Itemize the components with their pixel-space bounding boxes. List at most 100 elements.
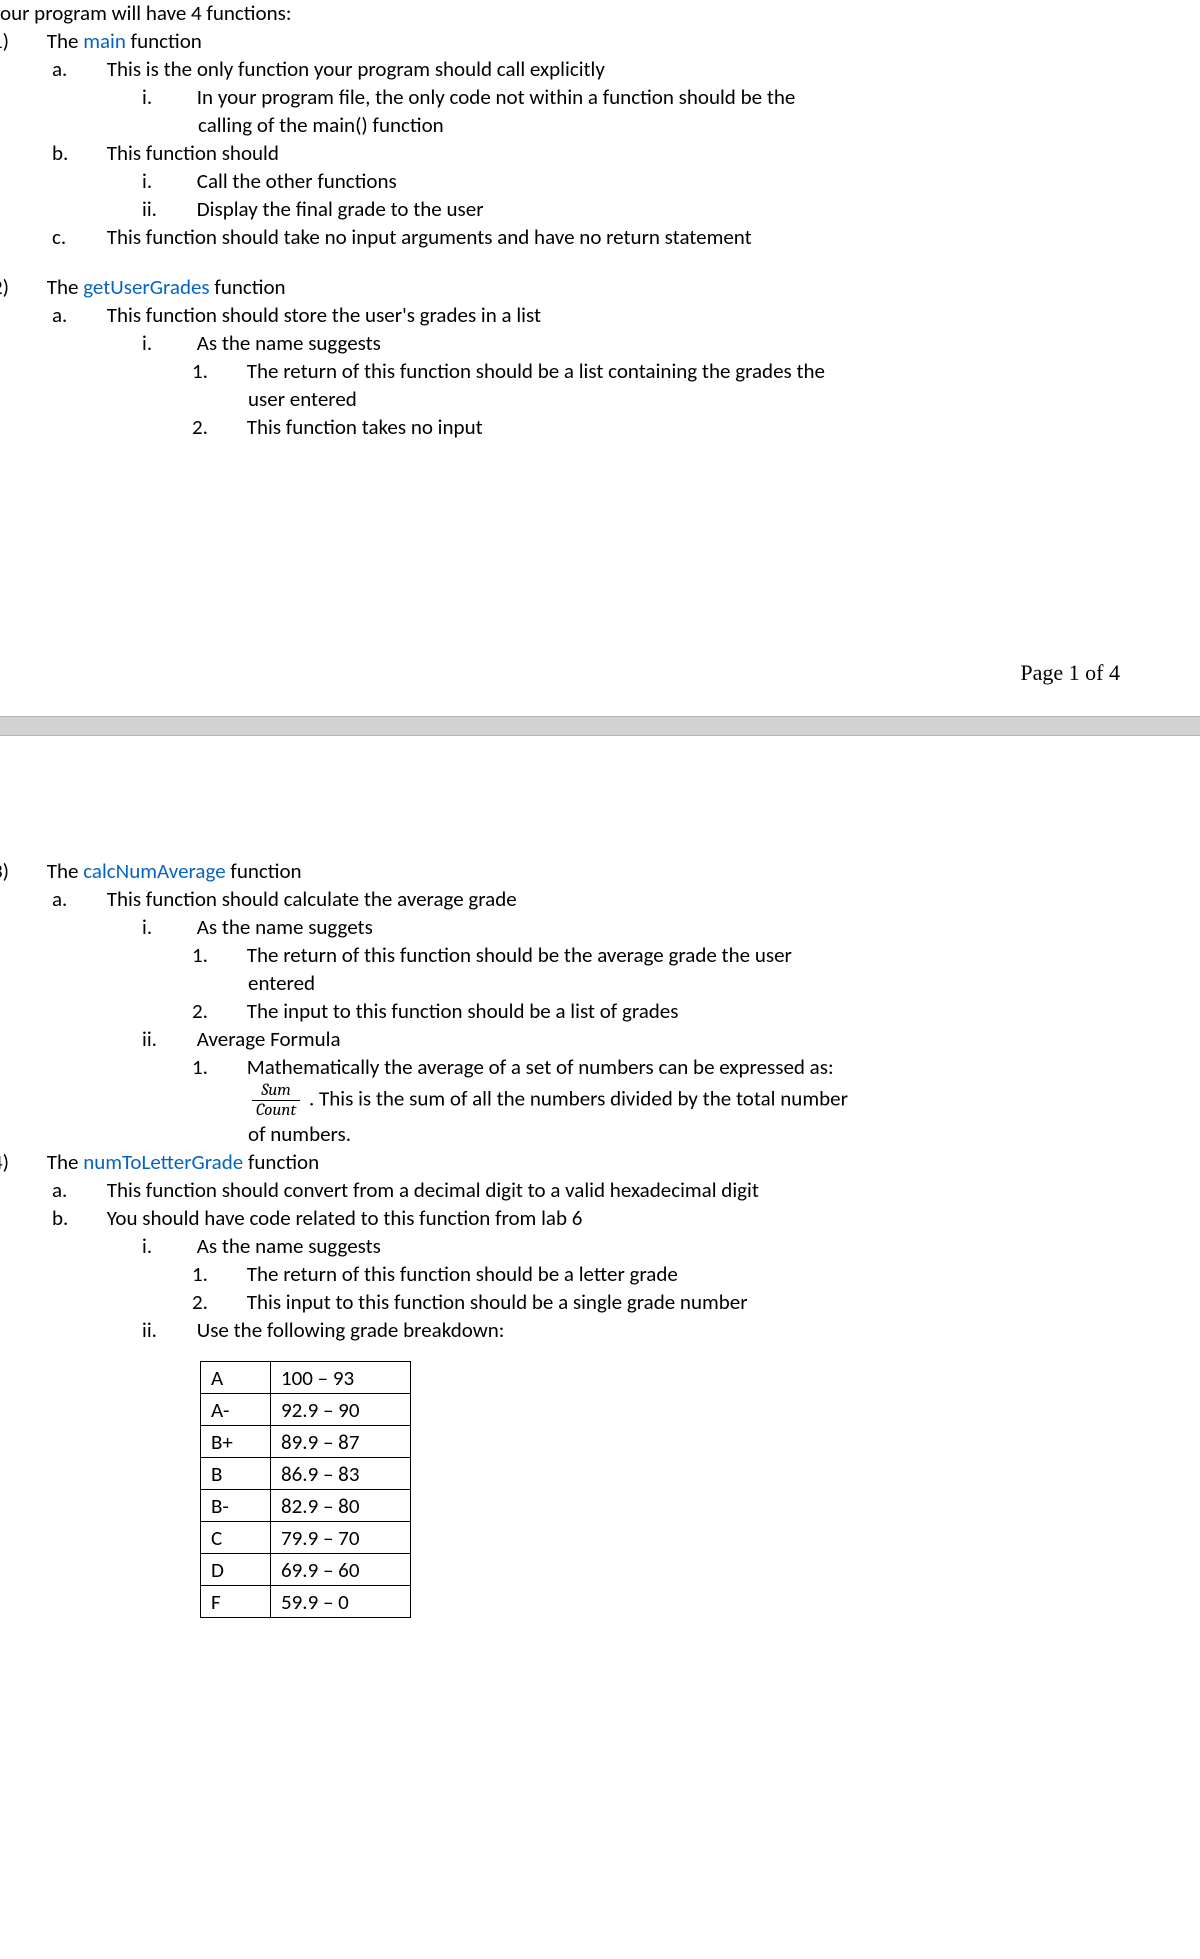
text: The return of this function should be a … (247, 1261, 678, 1287)
text: function (226, 858, 302, 884)
table-row: B86.9 – 83 (201, 1458, 411, 1490)
text: As the name suggets (197, 914, 373, 940)
fraction: Sum Count (252, 1082, 300, 1119)
text: Average Formula (197, 1026, 341, 1052)
text: The (47, 858, 83, 884)
text: of numbers. (248, 1121, 351, 1147)
funcname-getusergrades: getUserGrades (83, 274, 209, 300)
list-item-2a-i-1: 1. The return of this function should be… (0, 358, 1180, 384)
text: function (210, 274, 286, 300)
text: Use the following grade breakdown: (197, 1317, 505, 1343)
list-item-1: 1) The main function (0, 28, 1180, 54)
grade-letter-cell: D (201, 1554, 271, 1586)
marker: 3) (20, 858, 42, 884)
text: calling of the main() function (198, 112, 444, 138)
marker-1: 1) (20, 28, 42, 54)
text: user entered (248, 386, 357, 412)
page-1-content: our program will have 4 functions: 1) Th… (0, 0, 1200, 470)
fraction-denominator: Count (252, 1100, 300, 1119)
table-row: B-82.9 – 80 (201, 1490, 411, 1522)
page-2-content: 3) The calcNumAverage function a. This f… (0, 736, 1200, 1648)
heading-partial: our program will have 4 functions: (0, 0, 1180, 26)
marker: 1. (220, 358, 242, 384)
list-item-2a-i-1-cont: user entered (0, 386, 1180, 412)
marker: 1. (220, 942, 242, 968)
text: The (47, 274, 83, 300)
grade-range-cell: 82.9 – 80 (271, 1490, 411, 1522)
text: In your program file, the only code not … (197, 84, 796, 110)
table-row: D69.9 – 60 (201, 1554, 411, 1586)
list-item-3a-i-2: 2. The input to this function should be … (0, 998, 1180, 1024)
text: You should have code related to this fun… (107, 1205, 583, 1231)
marker: i. (170, 1233, 192, 1259)
text: This function should convert from a deci… (107, 1177, 759, 1203)
grade-letter-cell: B+ (201, 1426, 271, 1458)
list-item-3a-ii: ii. Average Formula (0, 1026, 1180, 1052)
list-item-4a: a. This function should convert from a d… (0, 1177, 1180, 1203)
fraction-numerator: Sum (252, 1082, 300, 1100)
text: The (47, 28, 83, 54)
text: The input to this function should be a l… (247, 998, 679, 1024)
text: Display the final grade to the user (197, 196, 484, 222)
marker: c. (80, 224, 102, 250)
marker: ii. (170, 196, 192, 222)
list-item-1a-i: i. In your program file, the only code n… (0, 84, 1180, 110)
text: This function should store the user's gr… (107, 302, 541, 328)
list-item-3a-i: i. As the name suggets (0, 914, 1180, 940)
list-item-3a-ii-1-formula: Sum Count . This is the sum of all the n… (0, 1082, 1180, 1119)
text: function (126, 28, 202, 54)
grade-breakdown-table: A100 – 93A-92.9 – 90B+89.9 – 87B86.9 – 8… (200, 1361, 411, 1618)
grade-letter-cell: A- (201, 1394, 271, 1426)
text: This is the only function your program s… (107, 56, 605, 82)
grade-range-cell: 100 – 93 (271, 1362, 411, 1394)
marker: 4) (20, 1149, 42, 1175)
list-item-2: 2) The getUserGrades function (0, 274, 1180, 300)
table-row: B+89.9 – 87 (201, 1426, 411, 1458)
list-item-2a-i-2: 2. This function takes no input (0, 414, 1180, 440)
page-footer: Page 1 of 4 (0, 620, 1200, 716)
text: As the name suggests (197, 330, 381, 356)
table-row: A100 – 93 (201, 1362, 411, 1394)
list-item-4b: b. You should have code related to this … (0, 1205, 1180, 1231)
list-item-3a-i-1-cont: entered (0, 970, 1180, 996)
marker: 1. (220, 1054, 242, 1080)
text: Mathematically the average of a set of n… (247, 1054, 834, 1080)
list-item-1a-i-cont: calling of the main() function (0, 112, 1180, 138)
funcname-numtolettergrade: numToLetterGrade (83, 1149, 243, 1175)
funcname-main: main (83, 28, 126, 54)
text: The return of this function should be th… (247, 942, 792, 968)
funcname-calcnumaverage: calcNumAverage (83, 858, 225, 884)
page-break (0, 716, 1200, 736)
list-item-4b-ii: ii. Use the following grade breakdown: (0, 1317, 1180, 1343)
table-row: A-92.9 – 90 (201, 1394, 411, 1426)
list-item-3a-ii-1-cont: of numbers. (0, 1121, 1180, 1147)
text: This function should (107, 140, 279, 166)
marker: a. (80, 56, 102, 82)
marker: ii. (170, 1317, 192, 1343)
marker: i. (170, 168, 192, 194)
grade-range-cell: 59.9 – 0 (271, 1586, 411, 1618)
marker: 2. (220, 414, 242, 440)
grade-letter-cell: B- (201, 1490, 271, 1522)
marker: a. (80, 1177, 102, 1203)
grade-letter-cell: F (201, 1586, 271, 1618)
marker: b. (80, 1205, 102, 1231)
grade-range-cell: 86.9 – 83 (271, 1458, 411, 1490)
marker: a. (80, 886, 102, 912)
list-item-1b: b. This function should (0, 140, 1180, 166)
list-item-4b-i-2: 2. This input to this function should be… (0, 1289, 1180, 1315)
marker: i. (170, 914, 192, 940)
marker: 1. (220, 1261, 242, 1287)
grade-range-cell: 92.9 – 90 (271, 1394, 411, 1426)
marker: 2. (220, 998, 242, 1024)
list-item-3a-ii-1: 1. Mathematically the average of a set o… (0, 1054, 1180, 1080)
marker: i. (170, 330, 192, 356)
grade-letter-cell: B (201, 1458, 271, 1490)
grade-letter-cell: C (201, 1522, 271, 1554)
list-item-1b-ii: ii. Display the final grade to the user (0, 196, 1180, 222)
text: This input to this function should be a … (247, 1289, 748, 1315)
list-item-3: 3) The calcNumAverage function (0, 858, 1180, 884)
marker: b. (80, 140, 102, 166)
text: The return of this function should be a … (247, 358, 825, 384)
text: function (243, 1149, 319, 1175)
